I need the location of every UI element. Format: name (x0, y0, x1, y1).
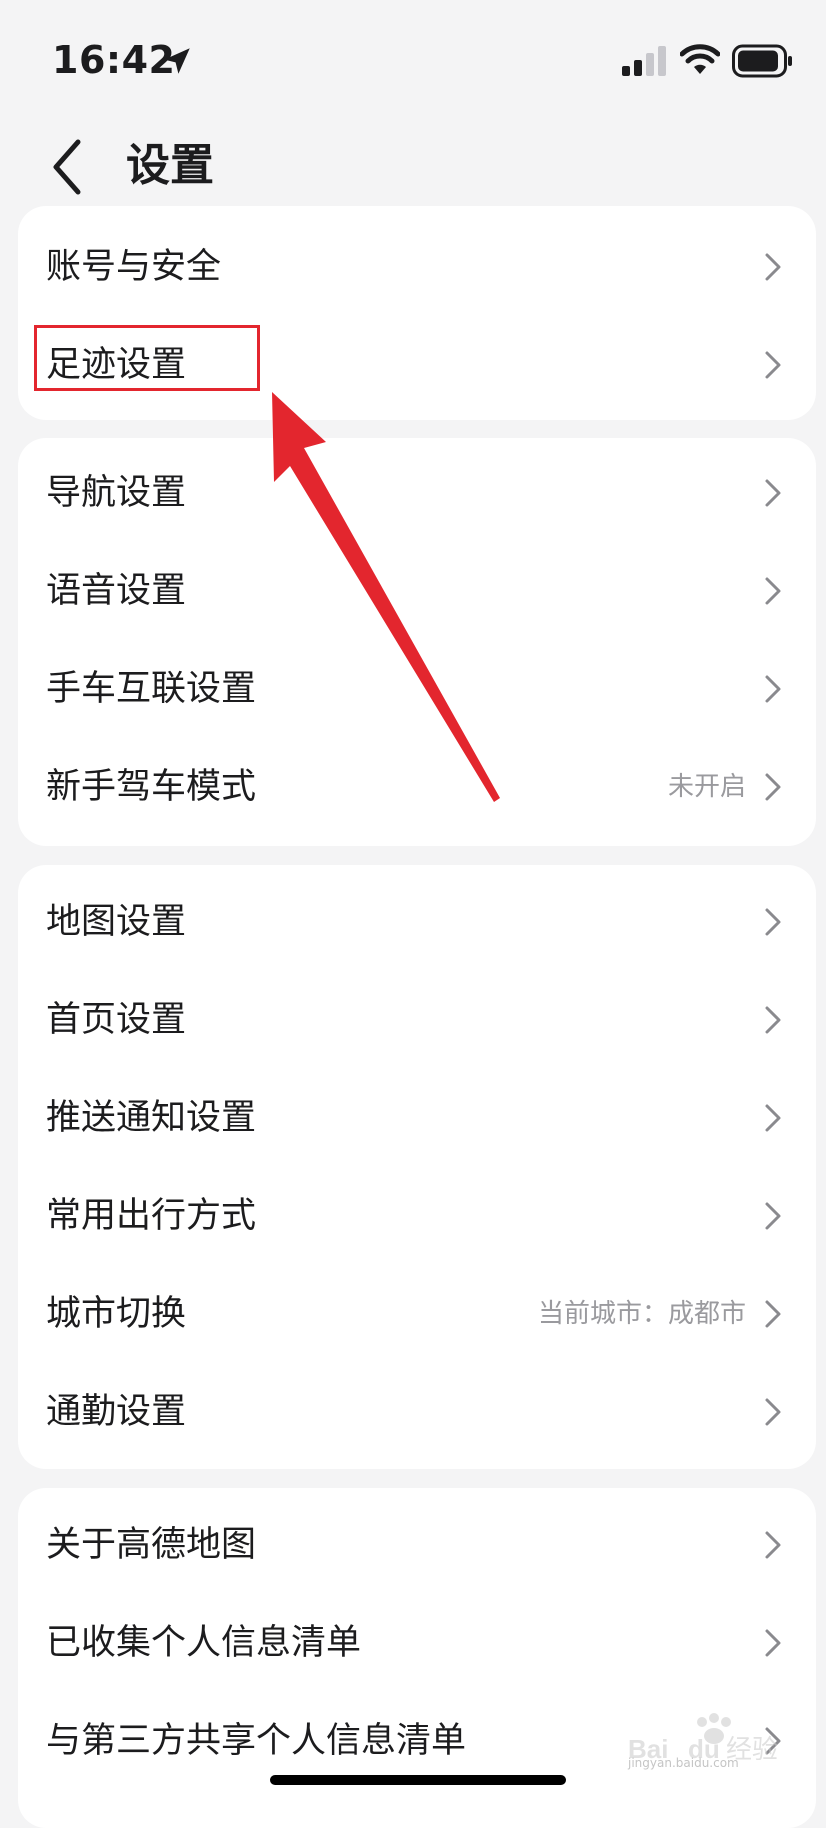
chevron-right-icon (765, 1398, 781, 1426)
settings-item-label: 语音设置 (46, 571, 187, 611)
settings-item-travel-mode[interactable]: 常用出行方式 (18, 1167, 816, 1265)
chevron-right-icon (765, 908, 781, 936)
settings-item-value: 未开启 (667, 772, 746, 802)
chevron-right-icon (765, 253, 781, 281)
chevron-right-icon (765, 1104, 781, 1132)
settings-item-map[interactable]: 地图设置 (18, 873, 816, 971)
status-bar: 16:42 (0, 0, 826, 120)
chevron-right-icon (765, 773, 781, 801)
settings-item-collected-info[interactable]: 已收集个人信息清单 (18, 1594, 816, 1692)
highlight-box (34, 325, 260, 391)
settings-item-label: 手车互联设置 (46, 669, 257, 709)
watermark-url: jingyan.baidu.com (628, 1756, 739, 1770)
settings-item-label: 关于高德地图 (46, 1525, 257, 1565)
cellular-signal-icon (622, 46, 666, 76)
chevron-right-icon (765, 1531, 781, 1559)
settings-item-label: 城市切换 (46, 1294, 187, 1334)
chevron-right-icon (765, 1629, 781, 1657)
chevron-right-icon (765, 1202, 781, 1230)
home-indicator[interactable] (270, 1775, 566, 1785)
settings-item-label: 地图设置 (46, 902, 187, 942)
settings-item-label: 通勤设置 (46, 1392, 187, 1432)
chevron-right-icon (765, 577, 781, 605)
wifi-icon (680, 44, 720, 74)
settings-group-map: 地图设置 首页设置 推送通知设置 常用出行方式 城市切换 当前城市：成都市 通勤… (18, 865, 816, 1469)
settings-item-label: 账号与安全 (46, 247, 222, 287)
settings-item-label: 导航设置 (46, 473, 187, 513)
settings-item-label: 已收集个人信息清单 (46, 1623, 362, 1663)
location-arrow-icon (164, 48, 190, 74)
battery-icon (732, 44, 792, 78)
settings-item-label: 推送通知设置 (46, 1098, 257, 1138)
settings-item-label: 新手驾车模式 (46, 767, 257, 807)
status-time: 16:42 (52, 38, 176, 82)
settings-item-account-security[interactable]: 账号与安全 (18, 218, 816, 316)
red-arrow-annotation (272, 392, 500, 802)
chevron-right-icon (765, 1006, 781, 1034)
settings-item-city-switch[interactable]: 城市切换 当前城市：成都市 (18, 1265, 816, 1363)
settings-item-homepage[interactable]: 首页设置 (18, 971, 816, 1069)
chevron-right-icon (765, 479, 781, 507)
settings-item-push-notifications[interactable]: 推送通知设置 (18, 1069, 816, 1167)
chevron-right-icon (765, 351, 781, 379)
chevron-right-icon (765, 675, 781, 703)
settings-item-label: 常用出行方式 (46, 1196, 257, 1236)
settings-item-value: 当前城市：成都市 (537, 1299, 746, 1329)
back-chevron-left-icon[interactable] (44, 132, 94, 202)
chevron-right-icon (765, 1300, 781, 1328)
settings-item-label: 首页设置 (46, 1000, 187, 1040)
settings-item-about[interactable]: 关于高德地图 (18, 1496, 816, 1594)
page-title: 设置 (126, 140, 214, 191)
settings-item-commute[interactable]: 通勤设置 (18, 1363, 816, 1461)
